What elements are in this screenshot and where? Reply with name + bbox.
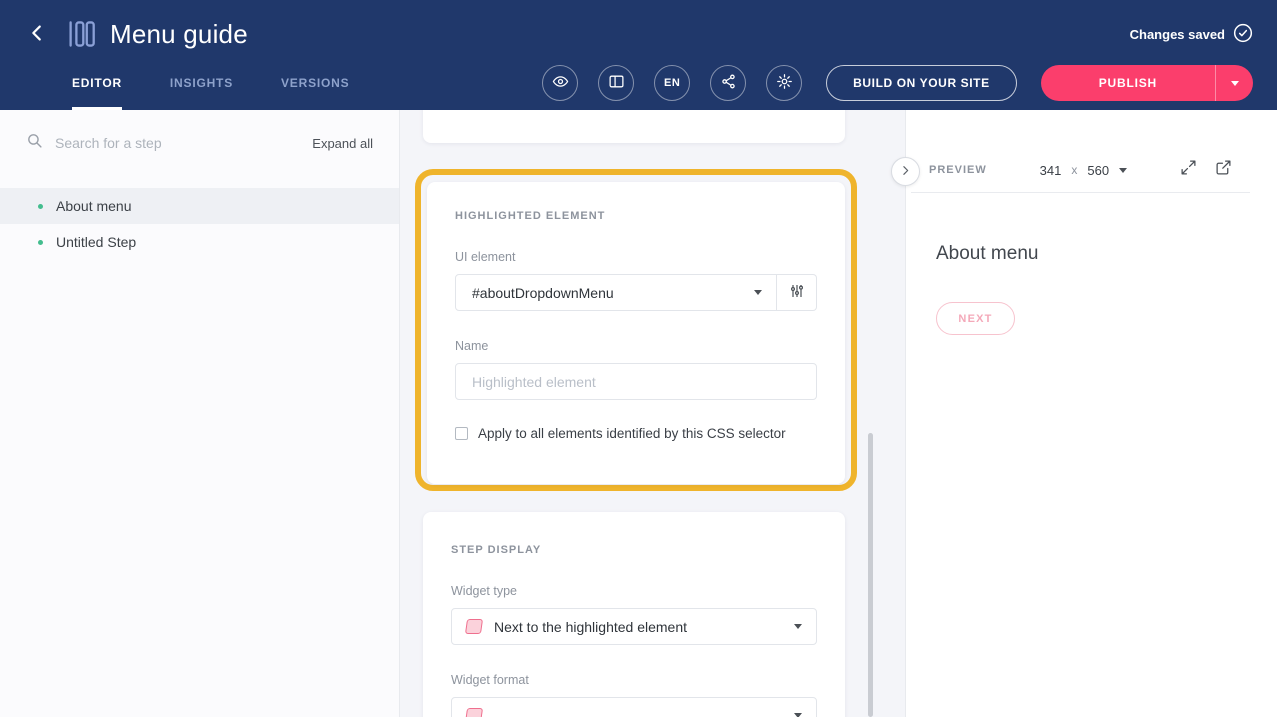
save-status: Changes saved [1130,23,1253,46]
share-button[interactable] [710,65,746,101]
preview-width-value: 341 [1040,163,1062,178]
settings-button[interactable] [766,65,802,101]
ui-element-select[interactable]: #aboutDropdownMenu [455,274,777,311]
highlight-ring: HIGHLIGHTED ELEMENT UI element #aboutDro… [415,169,857,491]
ui-element-label: UI element [455,250,817,264]
ui-element-row: #aboutDropdownMenu [455,274,817,311]
apply-to-all-label: Apply to all elements identified by this… [478,426,786,441]
preview-toolbar: PREVIEW 341 x 560 [911,148,1250,193]
section-title-step-display: STEP DISPLAY [451,544,817,556]
language-button[interactable]: EN [654,65,690,101]
step-item-about-menu[interactable]: About menu [0,188,399,224]
step-list: About menu Untitled Step [0,188,399,260]
preview-size-selector[interactable]: 341 x 560 [1040,163,1127,178]
step-item-untitled-step[interactable]: Untitled Step [0,224,399,260]
widget-format-select[interactable] [451,697,817,717]
widget-type-select[interactable]: Next to the highlighted element [451,608,817,645]
chevron-down-icon [794,713,802,717]
publish-button-group: PUBLISH [1041,65,1253,101]
canvas-scrollbar-thumb[interactable] [868,433,873,717]
search-input[interactable] [55,135,300,151]
step-status-dot [38,204,43,209]
step-search-row: Expand all [0,110,399,176]
preview-eye-button[interactable] [542,65,578,101]
tab-editor[interactable]: EDITOR [72,56,122,110]
preview-step-title: About menu [936,243,1247,265]
chevron-down-icon [1231,81,1239,86]
steps-sidebar: Expand all About menu Untitled Step [0,110,400,717]
preview-next-button[interactable]: NEXT [936,302,1015,335]
page-title: Menu guide [110,19,248,50]
open-external-icon[interactable] [1215,159,1232,181]
step-item-label: About menu [56,198,132,214]
apply-to-all-row[interactable]: Apply to all elements identified by this… [455,426,817,441]
search-icon [26,132,43,154]
widget-type-label: Widget type [451,584,817,598]
widget-shape-icon [465,619,483,634]
ui-element-select-value: #aboutDropdownMenu [472,285,754,301]
widget-format-label: Widget format [451,673,817,687]
guide-type-icon [66,19,96,49]
app: Menu guide Changes saved EDITOR INSIGHTS… [0,0,1277,717]
header-actions: EN BUILD ON YOUR SITE PUBLISH [522,56,1253,110]
back-button[interactable] [26,22,48,47]
preview-toolbar-icons [1180,159,1232,181]
check-circle-icon [1233,23,1253,46]
name-label: Name [455,339,817,353]
section-title-highlighted-element: HIGHLIGHTED ELEMENT [455,210,817,222]
content-area: Expand all About menu Untitled Step HIGH… [0,110,1277,717]
widget-type-select-value: Next to the highlighted element [494,619,782,635]
apply-to-all-checkbox[interactable] [455,427,468,440]
collapse-panel-button[interactable] [891,157,920,186]
step-display-card: STEP DISPLAY Widget type Next to the hig… [423,512,845,717]
header-tabs: EDITOR INSIGHTS VERSIONS [72,56,349,110]
publish-button[interactable]: PUBLISH [1041,65,1215,101]
expand-all-link[interactable]: Expand all [312,136,373,151]
layout-icon [608,73,625,93]
header-title-row: Menu guide Changes saved [0,0,1277,56]
preview-size-separator: x [1071,163,1077,177]
selector-settings-button[interactable] [777,274,817,311]
card-partial-top [423,110,845,143]
chevron-down-icon [754,290,762,295]
eye-icon [552,73,569,93]
preview-title: PREVIEW [929,164,987,176]
save-status-label: Changes saved [1130,27,1225,42]
element-name-input[interactable] [455,363,817,400]
chevron-down-icon [794,624,802,629]
publish-dropdown-button[interactable] [1215,65,1253,101]
maximize-icon[interactable] [1180,159,1197,181]
step-editor-canvas: HIGHLIGHTED ELEMENT UI element #aboutDro… [400,110,905,717]
step-status-dot [38,240,43,245]
gear-icon [776,73,793,93]
chevron-down-icon [1119,168,1127,173]
preview-panel: PREVIEW 341 x 560 About menu [905,110,1277,717]
share-icon [720,73,737,93]
top-header: Menu guide Changes saved EDITOR INSIGHTS… [0,0,1277,110]
layout-button[interactable] [598,65,634,101]
widget-shape-icon [465,708,483,717]
sliders-icon [789,283,805,302]
header-nav-row: EDITOR INSIGHTS VERSIONS EN [0,56,1277,110]
highlighted-element-card: HIGHLIGHTED ELEMENT UI element #aboutDro… [427,182,845,484]
step-item-label: Untitled Step [56,234,136,250]
chevron-right-icon [899,164,912,180]
tab-versions[interactable]: VERSIONS [281,56,349,110]
preview-height-value: 560 [1087,163,1109,178]
preview-body: About menu NEXT [906,193,1277,335]
chevron-left-icon [26,22,48,47]
build-on-your-site-button[interactable]: BUILD ON YOUR SITE [826,65,1017,101]
tab-insights[interactable]: INSIGHTS [170,56,233,110]
